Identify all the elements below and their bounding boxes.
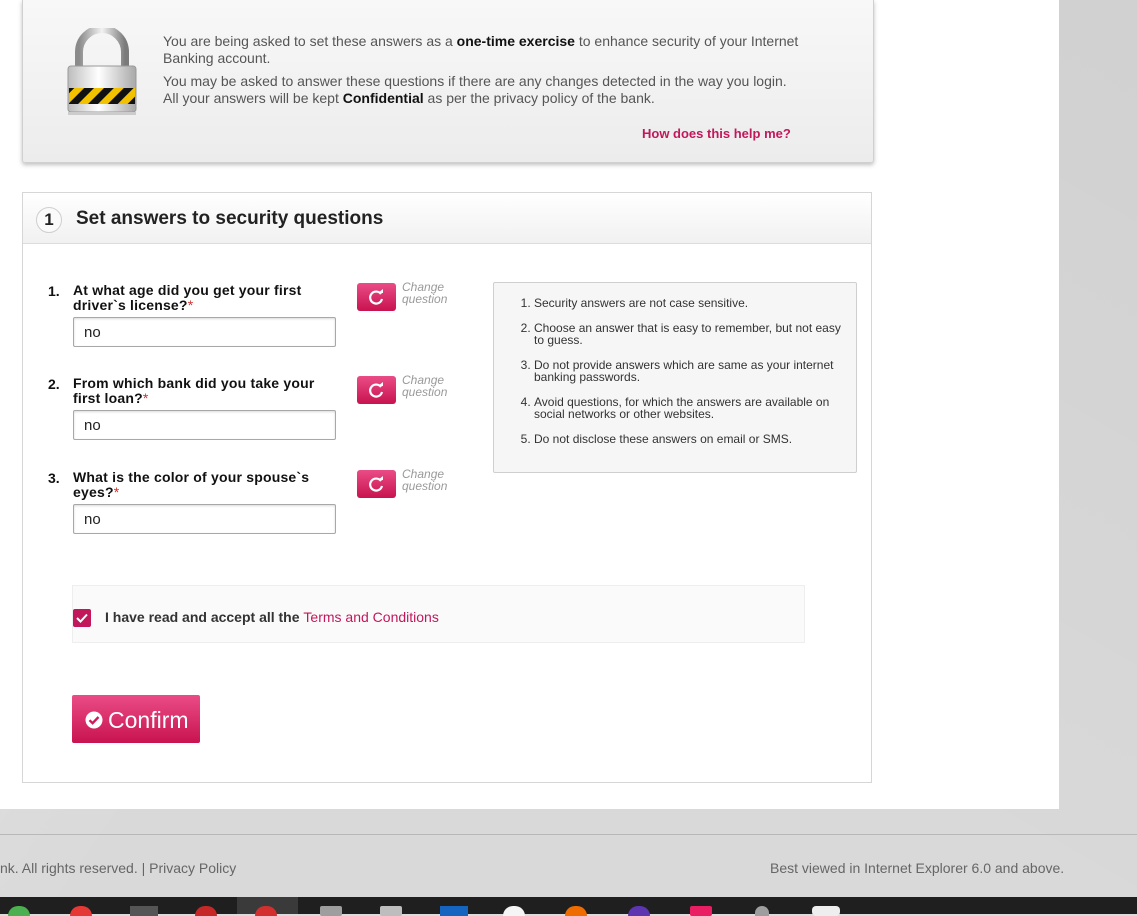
footer-browser-note: Best viewed in Internet Explorer 6.0 and… <box>770 860 1065 876</box>
answer-field-3[interactable] <box>73 504 336 534</box>
info-text-3a: All your answers will be kept <box>163 90 343 106</box>
taskbar-app-icon[interactable] <box>380 906 402 916</box>
terms-row: I have read and accept all the Terms and… <box>72 585 805 643</box>
terms-text: I have read and accept all the <box>105 609 304 625</box>
required-marker: * <box>142 390 149 406</box>
question-text: What is the color of your spouse`s eyes?… <box>73 470 328 500</box>
security-questions-section: 1 Set answers to security questions 1. A… <box>22 192 872 783</box>
how-does-this-help-link[interactable]: How does this help me? <box>642 126 791 141</box>
required-marker: * <box>113 484 120 500</box>
question-label: From which bank did you take your first … <box>73 375 315 406</box>
question-number: 1. <box>48 283 60 299</box>
change-question-button[interactable] <box>357 283 396 311</box>
checkmark-icon <box>76 613 88 623</box>
question-number: 2. <box>48 376 60 392</box>
terms-checkbox[interactable] <box>73 609 91 627</box>
required-marker: * <box>187 297 194 313</box>
taskbar-app-icon[interactable] <box>320 906 342 916</box>
taskbar-app-icon[interactable] <box>812 906 840 916</box>
tip-item: Avoid questions, for which the answers a… <box>534 396 846 420</box>
terms-label: I have read and accept all the Terms and… <box>105 609 439 625</box>
info-text-3c: as per the privacy policy of the bank. <box>423 90 655 106</box>
taskbar-app-icon[interactable] <box>70 906 92 916</box>
info-paragraph-1: You are being asked to set these answers… <box>163 33 803 67</box>
refresh-icon <box>369 289 384 305</box>
answer-field-2[interactable] <box>73 410 336 440</box>
info-text-2: You may be asked to answer these questio… <box>163 73 787 89</box>
tip-item: Do not provide answers which are same as… <box>534 359 846 383</box>
confirm-button[interactable]: Confirm <box>72 695 200 743</box>
info-text-3b: Confidential <box>342 90 424 106</box>
taskbar-app-icon[interactable] <box>565 906 587 916</box>
question-text: From which bank did you take your first … <box>73 376 328 406</box>
refresh-icon <box>369 476 384 492</box>
section-header: 1 Set answers to security questions <box>23 193 871 244</box>
tip-item: Choose an answer that is easy to remembe… <box>534 322 846 346</box>
terms-and-conditions-link[interactable]: Terms and Conditions <box>303 609 438 625</box>
change-question-label[interactable]: Change question <box>402 281 452 305</box>
taskbar-app-icon[interactable] <box>503 906 525 916</box>
info-text-1a: You are being asked to set these answers… <box>163 33 457 49</box>
security-tips-box: Security answers are not case sensitive.… <box>493 282 857 473</box>
info-text-1b: one-time exercise <box>456 33 575 49</box>
tip-item: Do not disclose these answers on email o… <box>534 433 846 445</box>
taskbar-app-icon[interactable] <box>628 906 650 916</box>
security-info-box: You are being asked to set these answers… <box>22 0 874 163</box>
check-circle-icon <box>85 711 103 729</box>
change-question-text: Change question <box>402 467 448 493</box>
footer-divider <box>0 834 1137 835</box>
section-title: Set answers to security questions <box>76 208 384 229</box>
footer-copyright: nk. All rights reserved. | Privacy Polic… <box>0 860 237 876</box>
answer-field-1[interactable] <box>73 317 336 347</box>
info-text: You are being asked to set these answers… <box>163 33 803 107</box>
taskbar-app-icon[interactable] <box>195 906 217 916</box>
refresh-icon <box>369 382 384 398</box>
question-number: 3. <box>48 470 60 486</box>
tip-item: Security answers are not case sensitive. <box>534 297 846 309</box>
os-taskbar <box>0 897 1137 916</box>
question-label: What is the color of your spouse`s eyes? <box>73 469 310 500</box>
taskbar-app-icon[interactable] <box>690 906 712 916</box>
confirm-label: Confirm <box>108 707 189 733</box>
taskbar-app-icon[interactable] <box>440 906 468 916</box>
change-question-button[interactable] <box>357 376 396 404</box>
change-question-text: Change question <box>402 373 448 399</box>
padlock-icon <box>67 28 137 115</box>
change-question-label[interactable]: Change question <box>402 374 452 398</box>
tips-list: Security answers are not case sensitive.… <box>494 283 856 445</box>
change-question-text: Change question <box>402 280 448 306</box>
question-text: At what age did you get your first drive… <box>73 283 328 313</box>
taskbar-app-icon[interactable] <box>130 906 158 916</box>
info-paragraph-2: You may be asked to answer these questio… <box>163 73 803 107</box>
taskbar-app-icon[interactable] <box>755 906 769 916</box>
taskbar-app-icon[interactable] <box>8 906 30 916</box>
step-number: 1 <box>36 207 62 233</box>
change-question-label[interactable]: Change question <box>402 468 452 492</box>
change-question-button[interactable] <box>357 470 396 498</box>
